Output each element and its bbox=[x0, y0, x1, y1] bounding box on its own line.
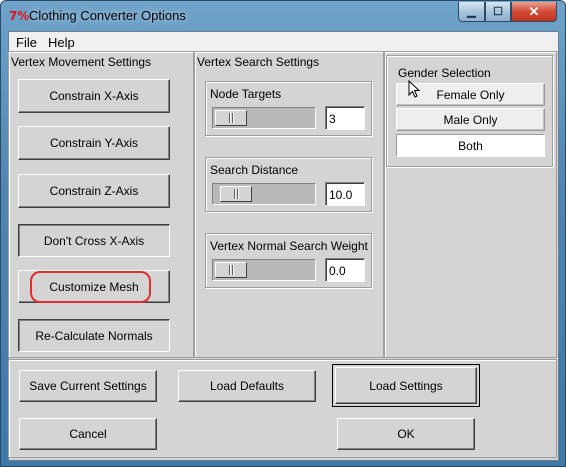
load-settings-button[interactable]: Load Settings bbox=[332, 364, 480, 407]
gender-male-only-option[interactable]: Male Only bbox=[396, 108, 545, 131]
constrain-y-axis-button[interactable]: Constrain Y-Axis bbox=[18, 126, 170, 160]
menu-help[interactable]: Help bbox=[48, 35, 75, 50]
minimize-icon: ▁ bbox=[467, 6, 476, 18]
dont-cross-x-axis-button[interactable]: Don't Cross X-Axis bbox=[18, 224, 170, 257]
vertex-movement-title: Vertex Movement Settings bbox=[11, 55, 152, 69]
minimize-button[interactable]: ▁ bbox=[458, 2, 485, 22]
normal-weight-field[interactable]: 0.0 bbox=[325, 258, 365, 282]
ok-button[interactable]: OK bbox=[337, 418, 475, 450]
recalculate-normals-button[interactable]: Re-Calculate Normals bbox=[18, 319, 170, 352]
cancel-button[interactable]: Cancel bbox=[19, 418, 157, 450]
mouse-pointer-icon bbox=[408, 80, 421, 98]
node-targets-slider-thumb[interactable] bbox=[215, 110, 247, 126]
load-defaults-button[interactable]: Load Defaults bbox=[178, 370, 316, 402]
normal-weight-slider[interactable] bbox=[212, 259, 316, 281]
search-distance-label: Search Distance bbox=[210, 163, 299, 177]
node-targets-label: Node Targets bbox=[210, 87, 282, 101]
constrain-x-axis-button[interactable]: Constrain X-Axis bbox=[18, 79, 170, 113]
constrain-z-axis-button[interactable]: Constrain Z-Axis bbox=[18, 174, 170, 208]
window-title: Clothing Converter Options bbox=[29, 8, 186, 23]
menu-file[interactable]: File bbox=[16, 35, 37, 50]
title-bar[interactable]: 7% Clothing Converter Options ▁ ☐ ✕ bbox=[1, 1, 565, 31]
search-distance-slider-thumb[interactable] bbox=[220, 186, 253, 202]
menu-bar: File Help bbox=[9, 32, 558, 52]
close-button[interactable]: ✕ bbox=[511, 2, 557, 22]
normal-weight-slider-thumb[interactable] bbox=[215, 262, 247, 278]
customize-mesh-button[interactable]: Customize Mesh bbox=[18, 270, 170, 303]
close-icon: ✕ bbox=[528, 3, 540, 19]
vertex-search-title: Vertex Search Settings bbox=[197, 55, 320, 69]
maximize-button[interactable]: ☐ bbox=[485, 2, 511, 22]
search-distance-slider[interactable] bbox=[212, 183, 316, 205]
search-distance-field[interactable]: 10.0 bbox=[325, 182, 365, 206]
node-targets-slider[interactable] bbox=[212, 107, 316, 129]
gender-both-option[interactable]: Both bbox=[396, 134, 545, 157]
node-targets-field[interactable]: 3 bbox=[325, 106, 365, 130]
save-current-settings-button[interactable]: Save Current Settings bbox=[19, 370, 157, 402]
maximize-icon: ☐ bbox=[493, 6, 503, 18]
app-tk-icon: 7% bbox=[9, 9, 30, 23]
normal-weight-label: Vertex Normal Search Weight bbox=[210, 239, 368, 253]
gender-selection-title: Gender Selection bbox=[398, 66, 491, 80]
